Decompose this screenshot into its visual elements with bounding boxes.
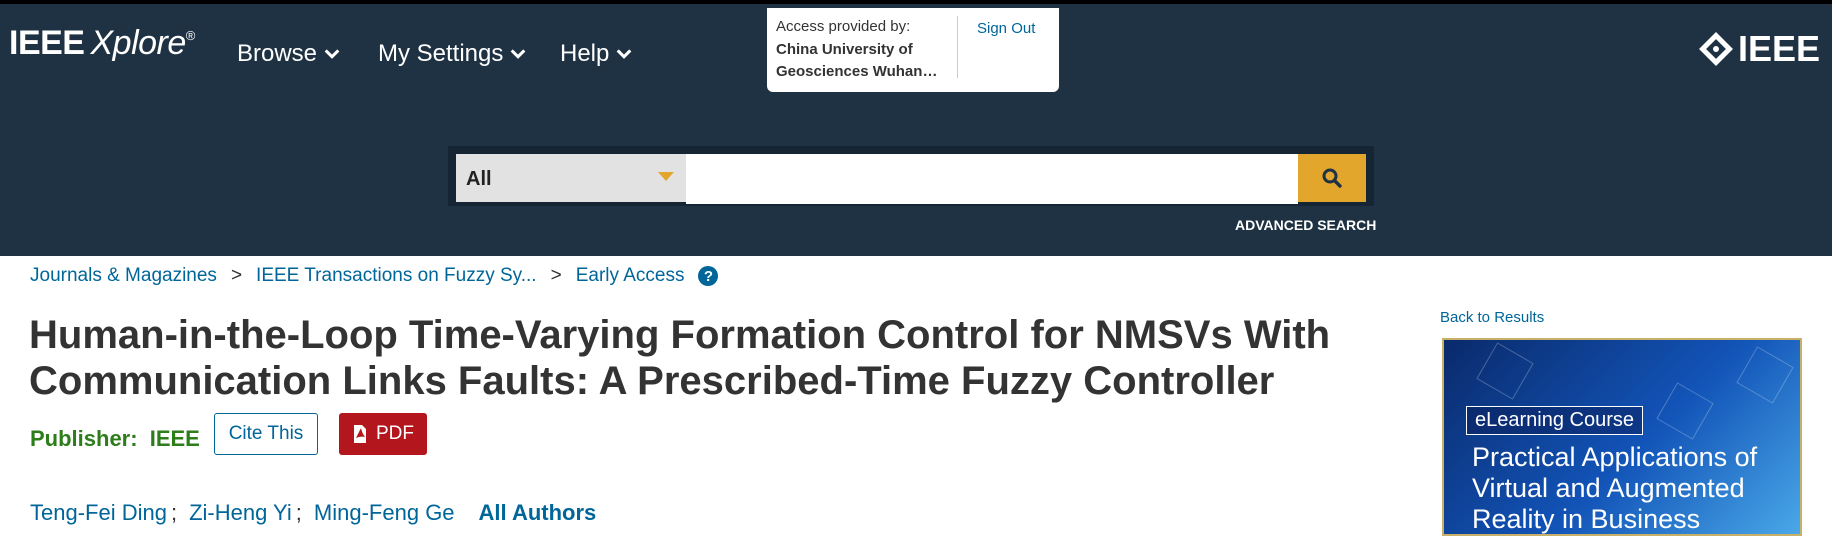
divider (957, 16, 958, 78)
nav-my-settings-label: My Settings (378, 40, 504, 67)
ieee-logo-text: IEEE (1738, 28, 1821, 69)
author-link[interactable]: Teng-Fei Ding (30, 500, 167, 526)
breadcrumb-separator: > (230, 265, 243, 286)
ad-badge: eLearning Course (1466, 406, 1643, 435)
institution-name: China University of Geosciences Wuhan… (776, 41, 938, 80)
chevron-down-icon (616, 49, 632, 59)
chevron-down-icon (511, 49, 526, 59)
advertisement-banner[interactable]: eLearning Course Practical Applications … (1442, 338, 1802, 536)
nav-help[interactable]: Help (560, 40, 633, 68)
advanced-search-link[interactable]: ADVANCED SEARCH (1235, 217, 1376, 233)
caret-down-icon (658, 172, 674, 181)
ieee-logo[interactable]: IEEE (1698, 28, 1820, 70)
author-separator: ; (295, 500, 302, 525)
nav-browse-label: Browse (237, 40, 318, 67)
ieee-diamond-icon (1699, 32, 1733, 66)
sign-out-link[interactable]: Sign Out (977, 20, 1035, 37)
search-scope-value: All (466, 168, 492, 190)
help-icon[interactable]: ? (698, 266, 719, 286)
hex-decoration (1476, 342, 1534, 400)
pdf-icon (354, 425, 366, 443)
search-icon (1322, 168, 1342, 188)
breadcrumb: Journals & Magazines > IEEE Transactions… (30, 265, 719, 287)
ad-headline: Practical Applications of Virtual and Au… (1472, 442, 1758, 534)
all-authors-link[interactable]: All Authors (479, 500, 597, 526)
pdf-label: PDF (376, 423, 414, 444)
page-title: Human-in-the-Loop Time-Varying Formation… (29, 313, 1331, 403)
chevron-down-icon (324, 49, 340, 59)
publisher: Publisher: IEEE (30, 426, 200, 452)
logo-italic: Xplore (90, 24, 186, 62)
hex-decoration (1736, 346, 1794, 404)
nav-help-label: Help (560, 40, 610, 67)
author-list: Teng-Fei Ding ; Zi-Heng Yi ; Ming-Feng G… (30, 500, 596, 526)
hex-decoration (1656, 382, 1714, 440)
breadcrumb-separator: > (550, 265, 562, 286)
access-provided-box: Access provided by: China University of … (767, 8, 1059, 92)
breadcrumb-publication[interactable]: IEEE Transactions on Fuzzy Sy... (256, 265, 537, 287)
nav-my-settings[interactable]: My Settings (378, 40, 527, 68)
search-bar: All (448, 146, 1374, 206)
ieee-xplore-logo[interactable]: IEEE Xplore® (9, 24, 195, 63)
header: IEEE Xplore® Browse My Settings Help Acce… (0, 0, 1832, 256)
cite-this-button[interactable]: Cite This (214, 413, 318, 455)
search-button[interactable] (1298, 154, 1366, 202)
author-separator: ; (170, 500, 178, 525)
publisher-value: IEEE (149, 426, 200, 451)
breadcrumb-early-access[interactable]: Early Access (576, 265, 685, 287)
search-scope-select[interactable]: All (456, 154, 686, 202)
author-link[interactable]: Zi-Heng Yi (189, 500, 292, 526)
logo-main: IEEE (9, 24, 85, 62)
search-input[interactable] (686, 154, 1298, 204)
back-to-results-link[interactable]: Back to Results (1440, 309, 1544, 326)
publisher-label: Publisher: (30, 426, 138, 451)
author-link[interactable]: Ming-Feng Ge (314, 500, 455, 526)
nav-browse[interactable]: Browse (237, 40, 341, 68)
cite-this-label: Cite This (228, 423, 304, 444)
breadcrumb-journals[interactable]: Journals & Magazines (30, 265, 217, 287)
pdf-button[interactable]: PDF (339, 413, 427, 455)
logo-registered: ® (185, 28, 196, 43)
